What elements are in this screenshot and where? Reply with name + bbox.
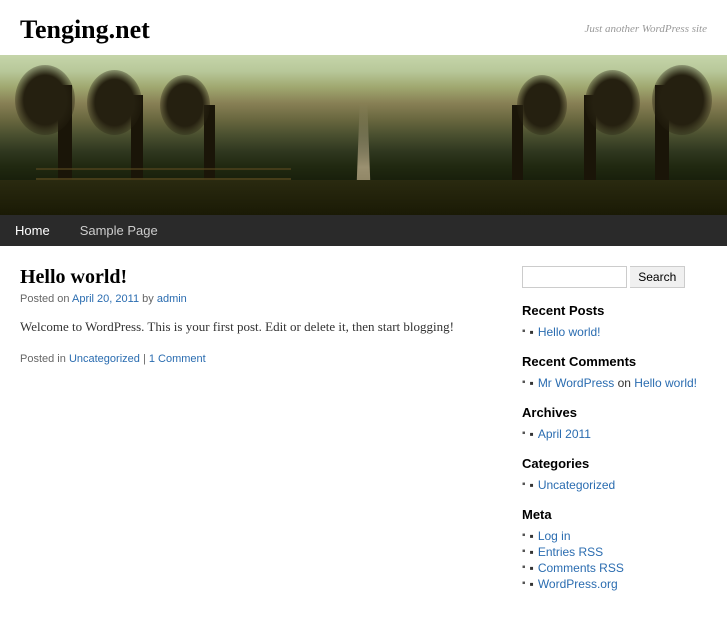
comment-text: Mr WordPress on Hello world! bbox=[538, 376, 697, 390]
meta-heading: Meta bbox=[522, 507, 707, 522]
archive-link[interactable]: April 2011 bbox=[538, 427, 591, 441]
posted-on-label: Posted on bbox=[20, 293, 70, 305]
meta-login-link[interactable]: Log in bbox=[538, 529, 571, 543]
post-meta: Posted on April 20, 2011 by admin bbox=[20, 293, 502, 305]
sidebar-recent-posts: Recent Posts ▪ Hello world! bbox=[522, 303, 707, 340]
nav-item-sample[interactable]: Sample Page bbox=[65, 215, 173, 246]
main-content: Hello world! Posted on April 20, 2011 by… bbox=[20, 266, 502, 606]
category-link[interactable]: Uncategorized bbox=[538, 478, 615, 492]
recent-post-link[interactable]: Hello world! bbox=[538, 325, 601, 339]
hero-image bbox=[0, 55, 727, 215]
sidebar-categories: Categories ▪ Uncategorized bbox=[522, 456, 707, 493]
search-input[interactable] bbox=[522, 266, 627, 288]
recent-posts-heading: Recent Posts bbox=[522, 303, 707, 318]
category-item: ▪ Uncategorized bbox=[522, 477, 707, 493]
post-footer: Posted in Uncategorized | 1 Comment bbox=[20, 353, 502, 365]
archive-item: ▪ April 2011 bbox=[522, 426, 707, 442]
meta-wordpress-org-link[interactable]: WordPress.org bbox=[538, 577, 618, 591]
post: Hello world! Posted on April 20, 2011 by… bbox=[20, 266, 502, 365]
commenter-link[interactable]: Mr WordPress bbox=[538, 376, 614, 390]
bullet-icon: ▪ bbox=[530, 529, 534, 543]
meta-entries-rss-link[interactable]: Entries RSS bbox=[538, 545, 603, 559]
meta-item-wordpress-org: ▪ WordPress.org bbox=[522, 576, 707, 592]
post-content: Welcome to WordPress. This is your first… bbox=[20, 317, 502, 338]
sidebar-archives: Archives ▪ April 2011 bbox=[522, 405, 707, 442]
comment-on: on bbox=[618, 376, 635, 390]
sidebar: Search Recent Posts ▪ Hello world! Recen… bbox=[522, 266, 707, 606]
bullet-icon: ▪ bbox=[530, 561, 534, 575]
nav-item-home[interactable]: Home bbox=[0, 215, 65, 246]
recent-post-item: ▪ Hello world! bbox=[522, 324, 707, 340]
site-title: Tenging.net bbox=[20, 15, 150, 45]
recent-comments-heading: Recent Comments bbox=[522, 354, 707, 369]
sidebar-meta: Meta ▪ Log in ▪ Entries RSS ▪ Comments R… bbox=[522, 507, 707, 592]
bullet-icon: ▪ bbox=[530, 376, 534, 390]
content-wrapper: Hello world! Posted on April 20, 2011 by… bbox=[0, 246, 727, 626]
comment-post-link[interactable]: Hello world! bbox=[634, 376, 697, 390]
post-category[interactable]: Uncategorized bbox=[69, 353, 140, 365]
bullet-icon: ▪ bbox=[530, 577, 534, 591]
nav-link-home[interactable]: Home bbox=[0, 215, 65, 246]
site-tagline: Just another WordPress site bbox=[584, 23, 707, 35]
post-author[interactable]: admin bbox=[157, 293, 187, 305]
post-title: Hello world! bbox=[20, 266, 502, 289]
post-comments[interactable]: 1 Comment bbox=[149, 353, 206, 365]
archives-heading: Archives bbox=[522, 405, 707, 420]
meta-item-comments-rss: ▪ Comments RSS bbox=[522, 560, 707, 576]
nav-link-sample[interactable]: Sample Page bbox=[65, 215, 173, 246]
sidebar-recent-comments: Recent Comments ▪ Mr WordPress on Hello … bbox=[522, 354, 707, 391]
posted-in-label: Posted in bbox=[20, 353, 66, 365]
sidebar-search: Search bbox=[522, 266, 707, 288]
by-label: by bbox=[142, 293, 154, 305]
bullet-icon: ▪ bbox=[530, 545, 534, 559]
meta-item-entries-rss: ▪ Entries RSS bbox=[522, 544, 707, 560]
search-button[interactable]: Search bbox=[630, 266, 685, 288]
recent-comment-item: ▪ Mr WordPress on Hello world! bbox=[522, 375, 707, 391]
meta-comments-rss-link[interactable]: Comments RSS bbox=[538, 561, 624, 575]
bullet-icon: ▪ bbox=[530, 325, 534, 339]
bullet-icon: ▪ bbox=[530, 478, 534, 492]
categories-heading: Categories bbox=[522, 456, 707, 471]
meta-item-login: ▪ Log in bbox=[522, 528, 707, 544]
navigation: Home Sample Page bbox=[0, 215, 727, 246]
bullet-icon: ▪ bbox=[530, 427, 534, 441]
header: Tenging.net Just another WordPress site bbox=[0, 0, 727, 55]
post-date[interactable]: April 20, 2011 bbox=[72, 293, 139, 305]
